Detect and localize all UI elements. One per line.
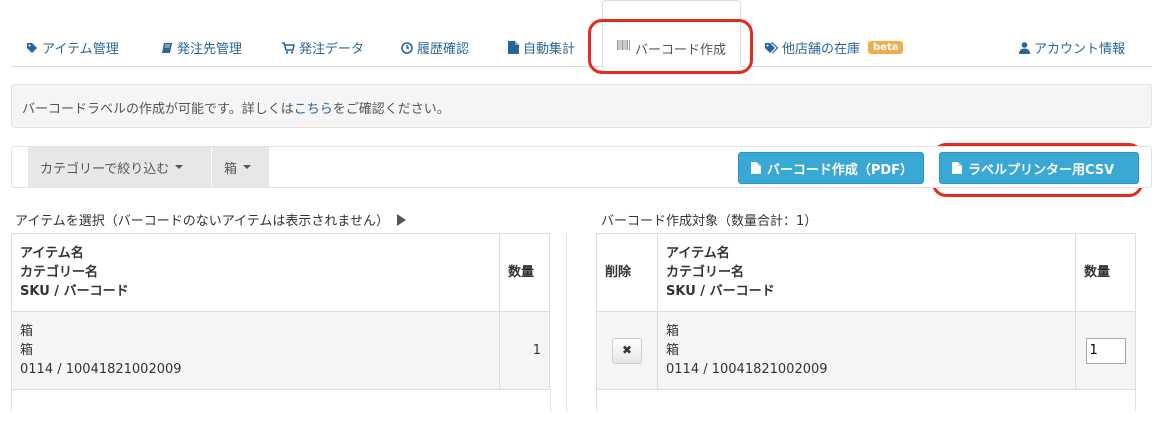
qty-cell xyxy=(1075,311,1136,390)
item-qty: 1 xyxy=(499,311,550,390)
nav-item-orders[interactable]: 発注データ xyxy=(282,38,364,57)
create-pdf-label: バーコード作成（PDF） xyxy=(766,162,914,178)
item-sku: 0114 / 10041821002009 xyxy=(20,362,182,377)
column-header-qty: 数量 xyxy=(1075,233,1136,312)
item-cell: 箱 箱 0114 / 10041821002009 xyxy=(657,311,1076,390)
item-category: 箱 xyxy=(666,343,680,358)
tab-barcode[interactable]: バーコード作成 xyxy=(602,0,742,68)
divider xyxy=(596,389,597,411)
cart-icon xyxy=(282,41,295,54)
header-sku: SKU / バーコード xyxy=(666,284,775,299)
nav-label: バーコード作成 xyxy=(635,43,727,58)
header-item-name: アイテム名 xyxy=(20,246,84,261)
header-item-name: アイテム名 xyxy=(666,246,730,261)
close-icon: ✖ xyxy=(621,343,633,357)
tags-icon xyxy=(765,41,778,53)
nav-label: 発注先管理 xyxy=(177,42,243,57)
book-icon xyxy=(162,42,172,53)
main-nav: アイテム管理 発注先管理 発注データ 履歴確認 自動集計 バーコード作成 他店舗… xyxy=(12,0,1152,68)
nav-label: アイテム管理 xyxy=(42,42,119,57)
item-sku: 0114 / 10041821002009 xyxy=(666,362,828,377)
divider xyxy=(550,389,551,411)
table-row: ✖ 箱 箱 0114 / 10041821002009 xyxy=(596,311,1136,390)
category-value-label: 箱 xyxy=(224,161,238,177)
category-value-dropdown[interactable]: 箱 xyxy=(212,147,269,187)
toolbar: カテゴリーで絞り込む 箱 バーコード作成（PDF） ラベルプリンター用CSV xyxy=(11,146,1152,188)
tag-icon xyxy=(27,42,37,53)
user-icon xyxy=(1019,41,1030,54)
divider xyxy=(11,389,12,411)
info-alert: バーコードラベルの作成が可能です。詳しくはこちらをご確認ください。 xyxy=(11,84,1152,128)
category-filter-dropdown[interactable]: カテゴリーで絞り込む xyxy=(28,147,211,187)
header-sku: SKU / バーコード xyxy=(20,284,129,299)
item-category: 箱 xyxy=(20,343,34,358)
column-header-item: アイテム名 カテゴリー名 SKU / バーコード xyxy=(11,233,500,312)
info-text-end: をご確認ください。 xyxy=(332,102,450,117)
nav-item-items[interactable]: アイテム管理 xyxy=(26,38,119,57)
left-title-text: アイテムを選択（バーコードのないアイテムは表示されません） xyxy=(15,214,390,229)
item-name: 箱 xyxy=(20,324,34,339)
nav-label: 自動集計 xyxy=(523,42,576,57)
file-icon xyxy=(952,162,962,174)
nav-item-account[interactable]: アカウント情報 xyxy=(1019,38,1125,57)
delete-row-button[interactable]: ✖ xyxy=(612,337,642,364)
item-cell: 箱 箱 0114 / 10041821002009 xyxy=(11,311,500,390)
label-printer-csv-button[interactable]: ラベルプリンター用CSV xyxy=(939,152,1139,184)
nav-item-history[interactable]: 履歴確認 xyxy=(401,38,469,57)
nav-label: 履歴確認 xyxy=(417,42,470,57)
header-category-name: カテゴリー名 xyxy=(666,265,745,280)
beta-badge: beta xyxy=(868,41,904,54)
file-icon xyxy=(508,41,519,54)
clock-icon xyxy=(401,41,413,54)
chevron-down-icon xyxy=(175,165,184,169)
nav-item-other-stores[interactable]: 他店舗の在庫 beta xyxy=(764,38,904,57)
nav-item-aggregate[interactable]: 自動集計 xyxy=(508,38,575,57)
info-text: バーコードラベルの作成が可能です。詳しくは xyxy=(22,102,294,117)
delete-cell: ✖ xyxy=(596,311,658,390)
chevron-down-icon xyxy=(243,165,252,169)
create-pdf-button[interactable]: バーコード作成（PDF） xyxy=(738,152,924,184)
header-category-name: カテゴリー名 xyxy=(20,265,99,280)
file-icon xyxy=(751,162,761,174)
divider xyxy=(566,233,567,411)
column-header-item: アイテム名 カテゴリー名 SKU / バーコード xyxy=(657,233,1076,312)
info-link[interactable]: こちら xyxy=(294,102,333,117)
column-header-qty: 数量 xyxy=(499,233,550,312)
nav-item-suppliers[interactable]: 発注先管理 xyxy=(161,38,242,57)
column-header-delete: 削除 xyxy=(596,233,658,312)
play-icon[interactable] xyxy=(397,213,407,226)
category-filter-label: カテゴリーで絞り込む xyxy=(40,161,170,177)
quantity-input[interactable] xyxy=(1085,337,1126,364)
barcode-target-table: 削除 アイテム名 カテゴリー名 SKU / バーコード 数量 ✖ 箱 箱 011… xyxy=(596,233,1136,390)
nav-label: 発注データ xyxy=(299,42,365,57)
right-title-text: バーコード作成対象（数量合計：1） xyxy=(601,214,818,229)
label-printer-csv-label: ラベルプリンター用CSV xyxy=(968,162,1115,178)
barcode-icon xyxy=(617,40,630,50)
right-section-title: バーコード作成対象（数量合計：1） xyxy=(601,210,817,229)
nav-label: アカウント情報 xyxy=(1034,42,1126,57)
left-section-title: アイテムを選択（バーコードのないアイテムは表示されません） xyxy=(15,210,407,229)
table-row[interactable]: 箱 箱 0114 / 10041821002009 1 xyxy=(11,311,550,390)
item-select-table: アイテム名 カテゴリー名 SKU / バーコード 数量 箱 箱 0114 / 1… xyxy=(11,233,550,390)
divider xyxy=(1135,389,1136,411)
nav-label: 他店舗の在庫 xyxy=(782,42,861,57)
item-name: 箱 xyxy=(666,324,680,339)
